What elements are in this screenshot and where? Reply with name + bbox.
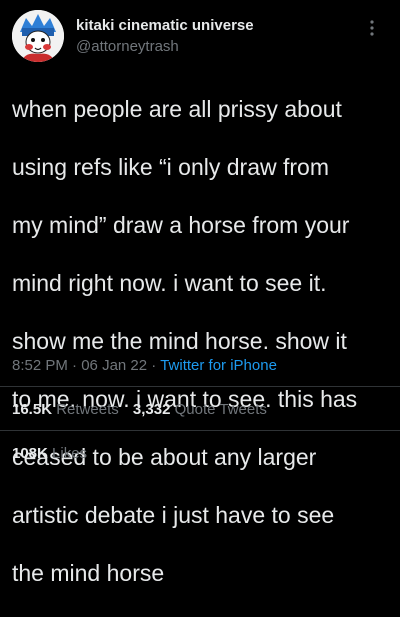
- display-name[interactable]: kitaki cinematic universe: [76, 16, 254, 35]
- likes-count: 108K: [12, 445, 48, 462]
- tweet-line: my mind” draw a horse from your: [12, 212, 350, 238]
- engagement-stats: 16.5K Retweets 3,332 Quote Tweets: [12, 400, 277, 420]
- tweet-time[interactable]: 8:52 PM: [12, 357, 68, 374]
- tweet: kitaki cinematic universe @attorneytrash…: [0, 0, 400, 586]
- tweet-line: show me the mind horse. show it: [12, 328, 347, 354]
- retweets-label: Retweets: [56, 401, 119, 418]
- tweet-meta: 8:52 PM · 06 Jan 22 · Twitter for iPhone: [12, 356, 277, 376]
- meta-separator: ·: [72, 357, 82, 374]
- tweet-line: using refs like “i only draw from: [12, 154, 329, 180]
- avatar[interactable]: [12, 10, 64, 62]
- likes-stat[interactable]: 108K Likes: [12, 445, 87, 462]
- tweet-line: when people are all prissy about: [12, 96, 342, 122]
- tweet-source-link[interactable]: Twitter for iPhone: [160, 357, 277, 374]
- quote-tweets-stat[interactable]: 3,332 Quote Tweets: [133, 401, 267, 418]
- tweet-line: the mind horse: [12, 560, 165, 586]
- tweet-line: artistic debate i just have to see: [12, 502, 335, 528]
- tweet-line: mind right now. i want to see it.: [12, 270, 327, 296]
- likes-stats: 108K Likes: [12, 444, 97, 464]
- divider: [0, 386, 400, 387]
- retweets-stat[interactable]: 16.5K Retweets: [12, 401, 123, 418]
- tweet-text: when people are all prissy about using r…: [12, 66, 392, 617]
- author-names: kitaki cinematic universe @attorneytrash: [76, 16, 254, 56]
- avatar-character-icon: [12, 10, 64, 62]
- more-options-icon[interactable]: [362, 18, 382, 38]
- meta-separator: ·: [151, 357, 161, 374]
- likes-label: Likes: [52, 445, 88, 462]
- tweet-header: kitaki cinematic universe @attorneytrash: [12, 10, 388, 62]
- retweets-count: 16.5K: [12, 401, 53, 418]
- divider: [0, 430, 400, 431]
- quote-tweets-label: Quote Tweets: [174, 401, 267, 418]
- user-handle[interactable]: @attorneytrash: [76, 37, 254, 56]
- quote-tweets-count: 3,332: [132, 401, 171, 418]
- tweet-date[interactable]: 06 Jan 22: [81, 357, 147, 374]
